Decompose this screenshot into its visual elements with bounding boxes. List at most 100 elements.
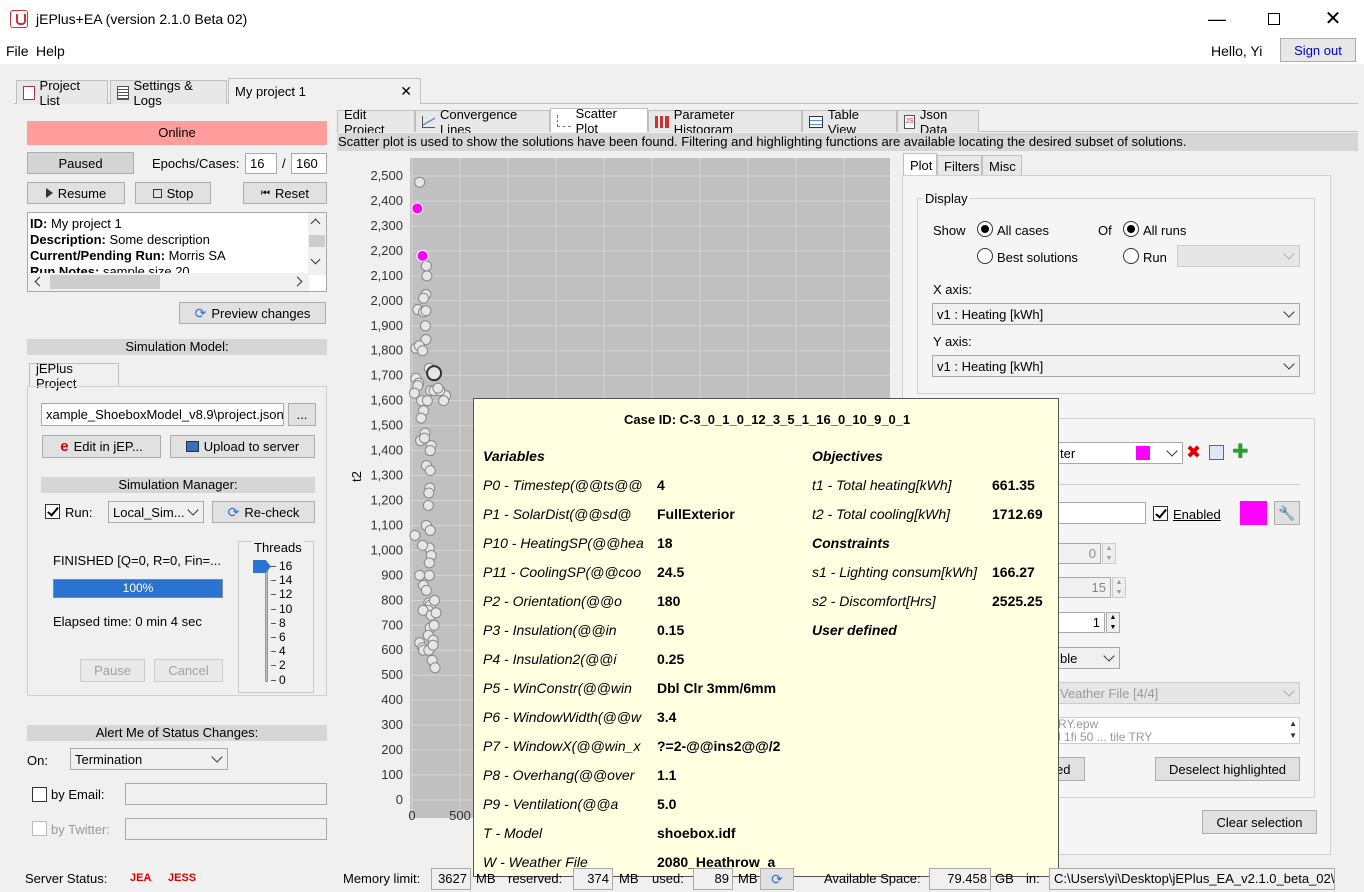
all-runs-radio[interactable] — [1123, 221, 1139, 237]
x-axis-select[interactable]: v1 : Heating [kWh] — [932, 303, 1300, 325]
scatter-point[interactable] — [420, 305, 432, 317]
tab-json-data[interactable]: JS Json Data — [897, 107, 979, 137]
shape-select[interactable]: ble — [1055, 647, 1120, 669]
tab-my-project[interactable]: My project 1 ✕ — [228, 78, 421, 104]
highlighted-point[interactable] — [411, 202, 424, 215]
scatter-point[interactable] — [418, 292, 430, 304]
selected-point[interactable] — [426, 365, 443, 382]
highlight-name-field[interactable] — [1055, 502, 1146, 524]
edit-in-jeplus-button[interactable]: e Edit in jEP... — [42, 435, 161, 458]
scatter-point[interactable] — [428, 619, 440, 631]
threads-slider-track[interactable] — [265, 567, 268, 682]
scatter-point[interactable] — [421, 395, 433, 407]
scatter-point[interactable] — [415, 412, 427, 424]
tab-filters[interactable]: Filters — [937, 155, 982, 176]
select-highlighted-button[interactable]: ed — [1055, 757, 1085, 781]
tab-scatter-plot[interactable]: Scatter Plot — [550, 106, 648, 136]
epochs-field[interactable]: 16 — [245, 153, 277, 174]
y-axis-select[interactable]: v1 : Heating [kWh] — [932, 355, 1300, 377]
twitter-field[interactable] — [125, 818, 327, 840]
scatter-point[interactable] — [438, 395, 450, 407]
wrench-icon[interactable]: 🔧 — [1274, 501, 1300, 525]
upload-to-server-button[interactable]: Upload to server — [170, 435, 315, 458]
project-path-field[interactable]: xample_ShoeboxModel_v8.9\project.json — [41, 403, 284, 426]
browse-button[interactable]: ... — [288, 403, 316, 426]
sign-out-button[interactable]: Sign out — [1280, 38, 1356, 62]
parameter-values-list[interactable]: RY.epw l 1fi 50 ... tile TRY ▲ ▼ — [1055, 717, 1300, 744]
scatter-point[interactable] — [420, 260, 432, 272]
scatter-point[interactable] — [430, 607, 442, 619]
clear-selection-button[interactable]: Clear selection — [1202, 810, 1317, 834]
scatter-point[interactable] — [419, 320, 431, 332]
tab-edit-project[interactable]: Edit Project — [337, 107, 415, 137]
recheck-button[interactable]: ⟳ Re-check — [212, 501, 315, 523]
scatter-point[interactable] — [414, 176, 426, 188]
scatter-point[interactable] — [421, 270, 433, 282]
tab-misc[interactable]: Misc — [982, 155, 1022, 176]
highlighted-point[interactable] — [416, 249, 429, 262]
preview-changes-button[interactable]: ⟳ Preview changes — [179, 302, 326, 324]
spinner-1-arrows[interactable]: ▲ ▼ — [1102, 543, 1116, 564]
tab-jeplus-project[interactable]: jEPlus Project — [29, 361, 119, 391]
close-icon[interactable]: ✕ — [1310, 0, 1356, 38]
spinner-3[interactable]: 1 — [1055, 612, 1105, 633]
scatter-point[interactable] — [423, 569, 435, 581]
scatter-point[interactable] — [427, 639, 439, 651]
scatter-point[interactable] — [424, 445, 436, 457]
scatter-point[interactable] — [432, 382, 444, 394]
info-vertical-scrollbar[interactable] — [308, 213, 326, 275]
add-icon[interactable]: ✚ — [1232, 439, 1249, 464]
tab-plot[interactable]: Plot — [903, 153, 937, 176]
enabled-checkbox[interactable] — [1153, 506, 1168, 521]
highlight-color-button[interactable] — [1240, 501, 1267, 525]
stop-button[interactable]: Stop — [135, 182, 211, 204]
scatter-point[interactable] — [417, 345, 429, 357]
menu-help[interactable]: Help — [36, 43, 65, 59]
close-tab-icon[interactable]: ✕ — [400, 83, 412, 100]
delete-icon[interactable]: ✖ — [1186, 442, 1201, 463]
resume-button[interactable]: Resume — [27, 182, 125, 204]
maximize-icon[interactable] — [1250, 0, 1296, 38]
scatter-point[interactable] — [420, 584, 432, 596]
twitter-checkbox[interactable] — [32, 821, 47, 836]
scatter-point[interactable] — [414, 569, 426, 581]
scatter-point[interactable] — [424, 465, 436, 477]
scatter-point[interactable] — [424, 524, 436, 536]
spinner-2[interactable]: 15 — [1055, 577, 1111, 598]
pause-button[interactable]: Pause — [80, 659, 145, 682]
cancel-button[interactable]: Cancel — [154, 659, 223, 682]
tab-parameter-histogram[interactable]: Parameter Histogram — [648, 107, 802, 137]
run-select[interactable] — [1177, 245, 1300, 267]
info-horizontal-scrollbar[interactable] — [28, 273, 309, 291]
scatter-point[interactable] — [429, 594, 441, 606]
tab-project-list[interactable]: Project List — [16, 78, 108, 108]
best-solutions-radio[interactable] — [977, 248, 993, 264]
email-checkbox[interactable] — [32, 787, 47, 802]
highlight-select[interactable]: ter — [1055, 442, 1183, 464]
run-checkbox[interactable] — [45, 504, 60, 519]
tab-table-view[interactable]: Table View — [802, 107, 897, 137]
copy-icon[interactable] — [1209, 445, 1224, 460]
menu-file[interactable]: File — [6, 43, 29, 59]
alert-trigger-select[interactable]: Termination — [70, 748, 228, 770]
scatter-point[interactable] — [429, 662, 441, 674]
list-scroll-arrows[interactable]: ▲ ▼ — [1289, 718, 1297, 742]
minimize-icon[interactable]: — — [1194, 0, 1240, 38]
scatter-point[interactable] — [423, 557, 435, 569]
run-radio[interactable] — [1123, 248, 1139, 264]
threads-slider-thumb[interactable] — [253, 560, 271, 573]
all-cases-radio[interactable] — [977, 221, 993, 237]
parameter-select[interactable]: Veather File [4/4] — [1055, 682, 1300, 704]
spinner-2-arrows[interactable]: ▲ ▼ — [1112, 577, 1126, 598]
paused-toggle[interactable]: Paused — [27, 152, 134, 174]
scatter-point[interactable] — [422, 499, 434, 511]
spinner-1[interactable]: 0 — [1055, 543, 1101, 564]
email-field[interactable] — [125, 783, 327, 805]
run-mode-select[interactable]: Local_Sim... — [108, 501, 204, 523]
scatter-point[interactable] — [417, 539, 429, 551]
deselect-highlighted-button[interactable]: Deselect highlighted — [1155, 757, 1300, 781]
reset-button[interactable]: ⏮ Reset — [243, 182, 327, 204]
project-info-area[interactable]: ID: My project 1 Description: Some descri… — [27, 212, 327, 292]
tab-settings-logs[interactable]: Settings & Logs — [110, 78, 227, 108]
tab-convergence-lines[interactable]: Convergence Lines — [415, 107, 550, 137]
